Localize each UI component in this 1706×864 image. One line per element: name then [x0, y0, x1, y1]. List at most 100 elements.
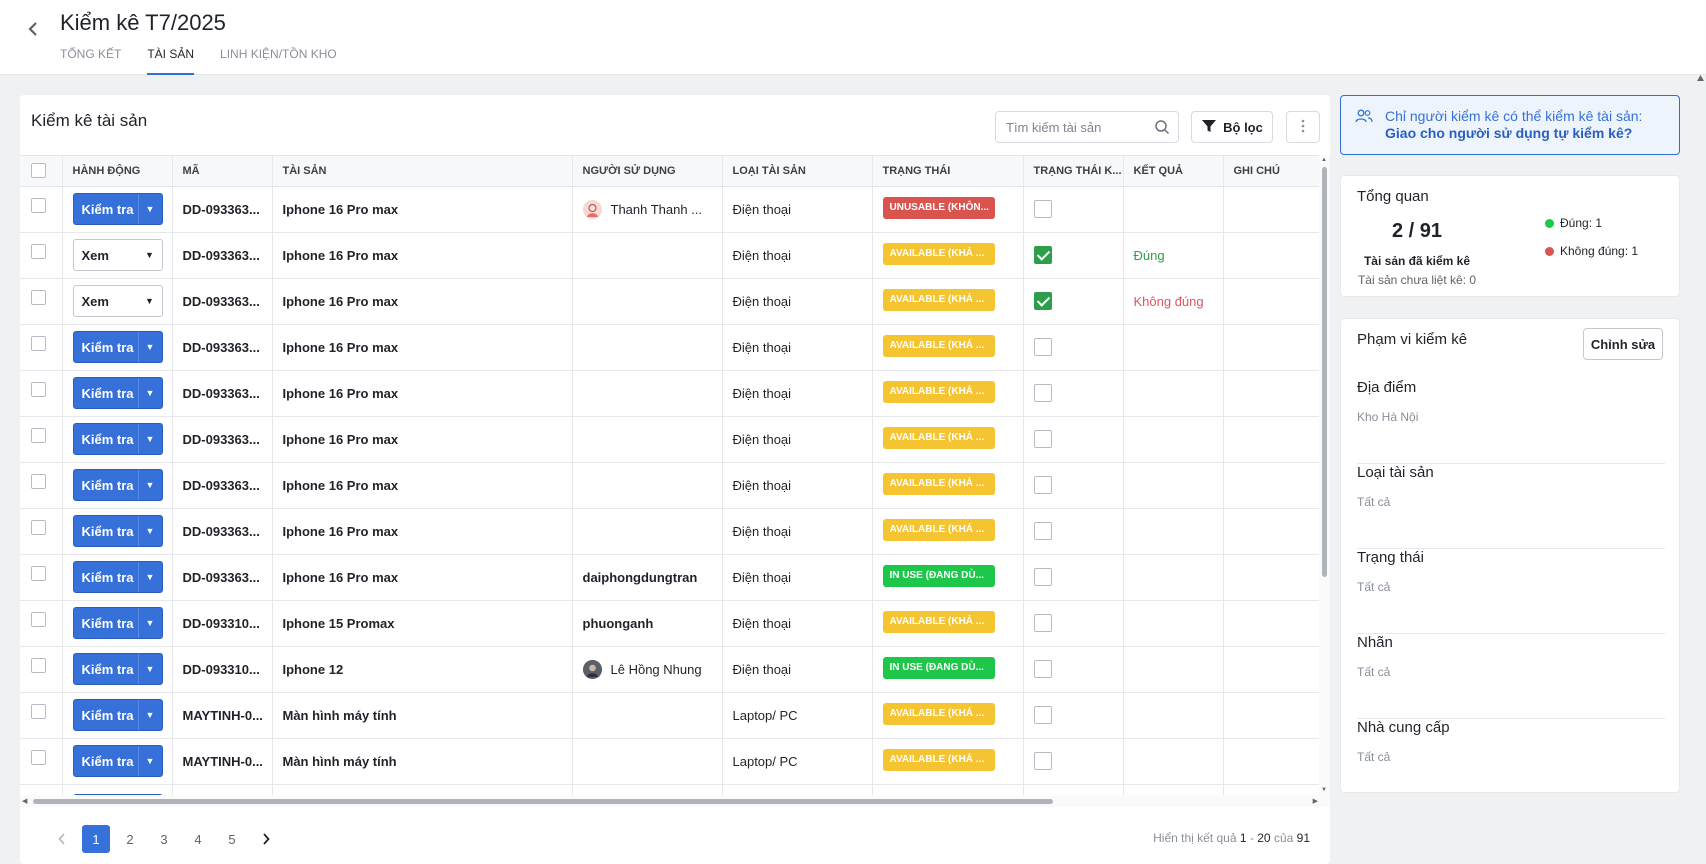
action-dropdown-button[interactable]: Kiểm tra ▼: [72, 653, 163, 685]
horizontal-scroll-thumb[interactable]: [33, 799, 1053, 804]
note-cell[interactable]: [1223, 278, 1319, 325]
row-checkbox[interactable]: [31, 427, 46, 443]
action-dropdown-button[interactable]: Kiểm tra ▼: [72, 515, 163, 547]
search-input[interactable]: [1006, 119, 1151, 135]
tab-assets[interactable]: TÀI SẢN: [147, 45, 195, 75]
action-dropdown-button[interactable]: Kiểm tra ▼: [72, 469, 163, 501]
tab-summary[interactable]: TỔNG KẾT: [60, 45, 121, 75]
action-dropdown-button[interactable]: Kiểm tra ▼: [72, 699, 163, 731]
caret-down-icon[interactable]: ▼: [137, 470, 162, 500]
row-checkbox[interactable]: [31, 749, 46, 765]
assign-self-check-link[interactable]: Giao cho người sử dụng tự kiểm kê?: [1385, 125, 1665, 142]
caret-down-icon[interactable]: ▼: [137, 700, 162, 730]
asset-name-cell[interactable]: Iphone 16 Pro max: [272, 416, 573, 463]
row-checkbox[interactable]: [31, 243, 46, 259]
table-row[interactable]: Kiểm tra ▼ DD-093363... Iphone 16 Pro max Đi…: [20, 508, 1319, 555]
check-status-checkbox[interactable]: [1033, 660, 1052, 678]
note-cell[interactable]: [1223, 692, 1319, 739]
back-arrow-icon[interactable]: [22, 18, 44, 40]
caret-down-icon[interactable]: ▼: [137, 746, 162, 776]
vertical-scroll-thumb[interactable]: [1322, 167, 1327, 577]
prev-page-chevron-icon[interactable]: [48, 825, 76, 853]
table-row[interactable]: Kiểm tra ▼ MAYTINH-0... Màn hình máy tính La…: [20, 738, 1319, 785]
table-row[interactable]: Kiểm tra ▼ DD-093310... Iphone 12 Lê Hồng Nh…: [20, 646, 1319, 693]
caret-down-icon[interactable]: ▼: [137, 654, 162, 684]
check-status-checkbox[interactable]: [1033, 706, 1052, 724]
note-cell[interactable]: [1223, 370, 1319, 417]
col-header-action[interactable]: HÀNH ĐỘNG: [62, 156, 173, 187]
action-dropdown-button[interactable]: Kiểm tra ▼: [72, 561, 163, 593]
asset-name-cell[interactable]: Iphone 16 Pro max: [272, 232, 573, 279]
asset-name-cell[interactable]: Iphone 16 Pro max: [272, 370, 573, 417]
caret-down-icon[interactable]: ▼: [137, 378, 162, 408]
table-row[interactable]: Kiểm tra ▼ DD-093363... Iphone 16 Pro max Th…: [20, 186, 1319, 233]
note-cell[interactable]: [1223, 462, 1319, 509]
col-header-status[interactable]: TRẠNG THÁI: [872, 156, 1024, 187]
row-checkbox[interactable]: [31, 473, 46, 489]
action-dropdown-button[interactable]: Kiểm tra ▼: [72, 193, 163, 225]
page-button-5[interactable]: 5: [218, 825, 246, 853]
asset-name-cell[interactable]: Iphone 16 Pro max: [272, 554, 573, 601]
col-header-note[interactable]: GHI CHÚ: [1223, 156, 1319, 187]
action-dropdown-button[interactable]: Kiểm tra ▼: [72, 745, 163, 777]
scroll-left-icon[interactable]: ◀: [22, 797, 27, 805]
scroll-down-icon[interactable]: ▼: [1321, 787, 1327, 793]
action-dropdown-button[interactable]: Xem ▼: [72, 285, 163, 317]
table-horizontal-scrollbar[interactable]: ◀ ▶: [20, 795, 1330, 807]
asset-name-cell[interactable]: Màn hình máy tính: [272, 692, 573, 739]
action-dropdown-button[interactable]: Kiểm tra ▼: [72, 423, 163, 455]
action-dropdown-button[interactable]: Kiểm tra ▼: [72, 331, 163, 363]
asset-name-cell[interactable]: Iphone 16 Pro max: [272, 508, 573, 555]
table-row[interactable]: Xem ▼ DD-093363... Iphone 16 Pro max Điện th…: [20, 232, 1319, 279]
asset-name-cell[interactable]: Iphone 16 Pro max: [272, 186, 573, 233]
check-status-checkbox[interactable]: [1033, 522, 1052, 540]
row-checkbox[interactable]: [31, 657, 46, 673]
row-checkbox[interactable]: [31, 703, 46, 719]
check-status-checkbox[interactable]: [1033, 476, 1052, 494]
page-button-1[interactable]: 1: [82, 825, 110, 853]
col-header-user[interactable]: NGƯỜI SỬ DỤNG: [572, 156, 723, 187]
caret-down-icon[interactable]: ▼: [137, 608, 162, 638]
note-cell[interactable]: [1223, 554, 1319, 601]
table-row[interactable]: Kiểm tra ▼ DD-093363... Iphone 16 Pro max Đi…: [20, 416, 1319, 463]
asset-name-cell[interactable]: Iphone 16 Pro max: [272, 278, 573, 325]
note-cell[interactable]: [1223, 232, 1319, 279]
row-checkbox[interactable]: [31, 197, 46, 213]
table-row[interactable]: Kiểm tra ▼ MAYTINH-0... Màn hình máy tính La…: [20, 692, 1319, 739]
note-cell[interactable]: [1223, 416, 1319, 463]
asset-name-cell[interactable]: Iphone 16 Pro max: [272, 462, 573, 509]
note-cell[interactable]: [1223, 508, 1319, 555]
note-cell[interactable]: [1223, 324, 1319, 371]
check-status-checkbox[interactable]: [1033, 752, 1052, 770]
scroll-up-icon[interactable]: ▲: [1321, 157, 1327, 163]
table-vertical-scrollbar[interactable]: ▲ ▼: [1319, 155, 1330, 795]
page-button-3[interactable]: 3: [150, 825, 178, 853]
row-checkbox[interactable]: [31, 289, 46, 305]
table-row[interactable]: Kiểm tra ▼ DD-093363... Iphone 16 Pro max Đi…: [20, 324, 1319, 371]
table-row[interactable]: [20, 784, 1319, 795]
col-header-result[interactable]: KẾT QUẢ: [1123, 156, 1224, 187]
row-checkbox[interactable]: [31, 565, 46, 581]
asset-name-cell[interactable]: Iphone 16 Pro max: [272, 324, 573, 371]
col-header-code[interactable]: MÃ: [172, 156, 273, 187]
table-row[interactable]: Kiểm tra ▼ DD-093363... Iphone 16 Pro max Đi…: [20, 370, 1319, 417]
note-cell[interactable]: [1223, 186, 1319, 233]
filter-button[interactable]: Bộ lọc: [1191, 111, 1273, 143]
page-button-2[interactable]: 2: [116, 825, 144, 853]
check-status-checkbox[interactable]: [1033, 614, 1052, 632]
row-checkbox[interactable]: [31, 335, 46, 351]
check-status-checkbox[interactable]: [1033, 338, 1052, 356]
more-options-button[interactable]: [1286, 111, 1320, 143]
col-header-check-status[interactable]: TRẠNG THÁI K...: [1023, 156, 1124, 187]
col-header-type[interactable]: LOẠI TÀI SẢN: [722, 156, 873, 187]
caret-down-icon[interactable]: ▼: [138, 286, 162, 316]
asset-name-cell[interactable]: Iphone 15 Promax: [272, 600, 573, 647]
note-cell[interactable]: [1223, 600, 1319, 647]
note-cell[interactable]: [1223, 646, 1319, 693]
row-checkbox[interactable]: [31, 381, 46, 397]
action-dropdown-button[interactable]: Kiểm tra ▼: [72, 607, 163, 639]
next-page-chevron-icon[interactable]: [252, 825, 280, 853]
asset-name-cell[interactable]: Iphone 12: [272, 646, 573, 693]
check-status-checkbox[interactable]: [1033, 246, 1052, 264]
search-box[interactable]: [995, 111, 1179, 143]
